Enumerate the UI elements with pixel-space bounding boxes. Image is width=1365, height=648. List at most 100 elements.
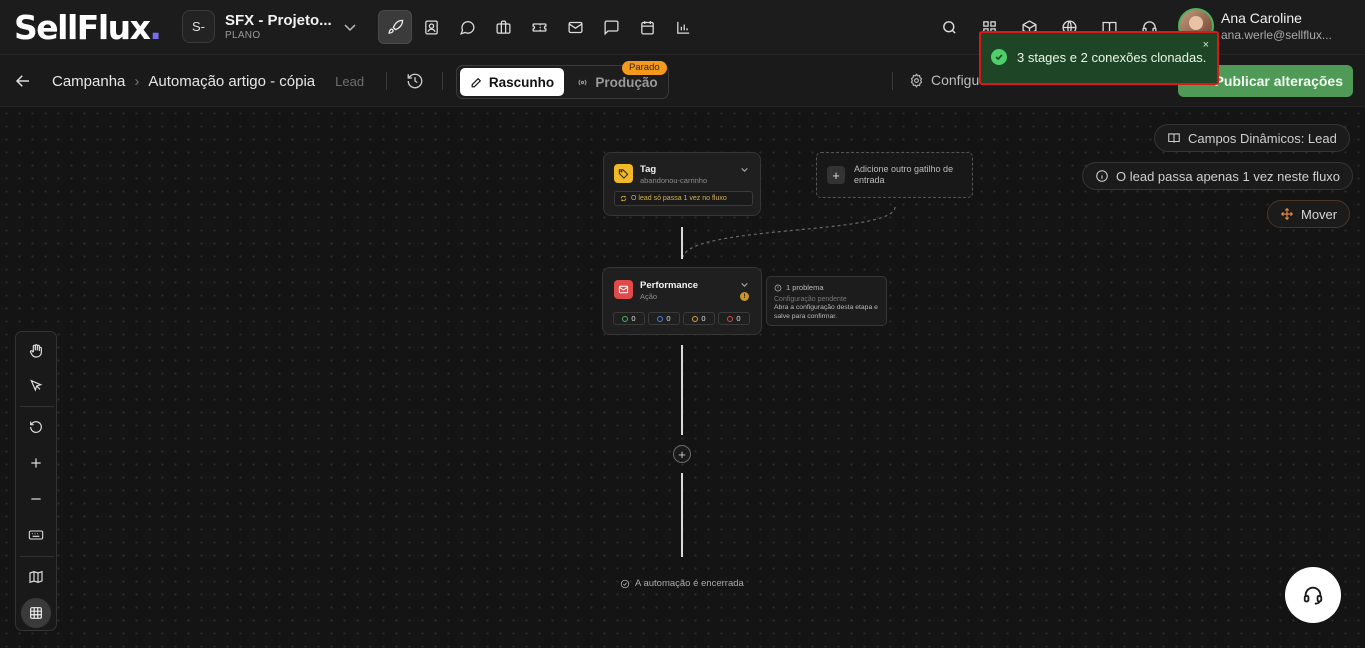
nav-chat[interactable] bbox=[450, 10, 484, 44]
lead-once-note: O lead só passa 1 vez no fluxo bbox=[614, 191, 753, 206]
mail-icon bbox=[614, 280, 633, 299]
undo-icon bbox=[30, 421, 42, 433]
add-trigger-label: Adicione outro gatilho de entrada bbox=[854, 164, 954, 185]
plus-icon: + bbox=[827, 166, 845, 184]
flow-line bbox=[681, 473, 683, 557]
status-badge: Parado bbox=[622, 61, 667, 75]
nav-calendar[interactable] bbox=[630, 10, 664, 44]
close-icon[interactable]: × bbox=[1203, 39, 1209, 51]
hand-icon bbox=[29, 344, 42, 358]
nav-automations[interactable] bbox=[378, 10, 412, 44]
search-button[interactable] bbox=[934, 10, 964, 44]
chevron-down-icon[interactable] bbox=[740, 165, 749, 174]
toast-message: 3 stages e 2 conexões clonadas. bbox=[1017, 49, 1207, 65]
breadcrumb-separator: › bbox=[134, 73, 140, 90]
sellflux-logo[interactable]: SellFlux. bbox=[14, 8, 162, 47]
stat-failed: 0 bbox=[718, 312, 750, 325]
logo-text: SellFlux bbox=[14, 8, 151, 47]
project-plan: PLANO bbox=[225, 30, 261, 41]
ticket-icon bbox=[531, 22, 547, 32]
map-icon bbox=[29, 570, 43, 584]
production-label: Produção bbox=[595, 74, 658, 90]
stat-opened: 0 bbox=[648, 312, 680, 325]
bar-chart-icon bbox=[676, 21, 689, 34]
chevron-down-icon bbox=[344, 23, 356, 31]
flow-canvas[interactable]: Campos Dinâmicos: Lead O lead passa apen… bbox=[0, 107, 1365, 648]
nav-contacts[interactable] bbox=[414, 10, 448, 44]
logo-dot: . bbox=[149, 8, 162, 47]
add-trigger-button[interactable]: + Adicione outro gatilho de entrada bbox=[816, 152, 973, 198]
minimap-tool[interactable] bbox=[21, 562, 51, 592]
performance-stage-card[interactable]: Performance Ação ! 0 0 0 0 bbox=[602, 267, 762, 335]
lead-once-note-text: O lead só passa 1 vez no fluxo bbox=[631, 195, 727, 202]
arrow-left-icon[interactable] bbox=[14, 72, 32, 90]
hand-tool[interactable] bbox=[21, 336, 51, 366]
chevron-down-icon[interactable] bbox=[740, 280, 749, 289]
publish-label: Publicar alterações bbox=[1214, 73, 1343, 89]
tag-icon bbox=[614, 164, 633, 183]
project-avatar: S- bbox=[182, 10, 215, 43]
project-selector[interactable]: S- SFX - Projeto... PLANO bbox=[182, 10, 358, 43]
draft-tab[interactable]: Rascunho bbox=[460, 68, 564, 96]
briefcase-icon bbox=[495, 19, 511, 34]
success-toast: 3 stages e 2 conexões clonadas. × bbox=[979, 31, 1219, 85]
select-tool[interactable] bbox=[21, 371, 51, 401]
draft-label: Rascunho bbox=[488, 74, 555, 90]
problem-panel: 1 problema Configuração pendente Abra a … bbox=[766, 276, 887, 326]
zoom-in-icon bbox=[31, 458, 41, 468]
nav-messages[interactable] bbox=[594, 10, 628, 44]
user-name: Ana Caroline bbox=[1221, 10, 1302, 26]
stage-stats: 0 0 0 0 bbox=[613, 312, 753, 325]
grid-icon bbox=[30, 607, 42, 619]
broadcast-icon bbox=[578, 79, 587, 85]
nav-business[interactable] bbox=[486, 10, 520, 44]
divider bbox=[20, 406, 54, 407]
mail-icon bbox=[567, 21, 583, 33]
flow-end-label: A automação é encerrada bbox=[620, 578, 744, 589]
history-icon[interactable] bbox=[406, 72, 424, 90]
info-icon bbox=[774, 284, 782, 291]
problem-description: Abra a configuração desta etapa e salve … bbox=[774, 304, 878, 320]
tag-stage-card[interactable]: Tag abandonou-carrinho O lead só passa 1… bbox=[603, 152, 761, 216]
zoom-in-tool[interactable] bbox=[21, 448, 51, 478]
breadcrumb-automation[interactable]: Automação artigo - cópia bbox=[148, 73, 315, 90]
stat-pending: 0 bbox=[683, 312, 715, 325]
flow-end-text: A automação é encerrada bbox=[635, 578, 744, 589]
stat-dot bbox=[622, 315, 629, 322]
nav-email[interactable] bbox=[558, 10, 592, 44]
performance-stage-title: Performance bbox=[640, 280, 699, 291]
breadcrumb-campaign[interactable]: Campanha bbox=[52, 73, 125, 90]
undo-tool[interactable] bbox=[21, 412, 51, 442]
warning-icon: ! bbox=[740, 292, 749, 301]
chat-bubble-icon bbox=[459, 20, 475, 35]
pencil-icon bbox=[471, 77, 481, 87]
support-chat-button[interactable] bbox=[1285, 567, 1341, 623]
user-email: ana.werle@sellflux... bbox=[1221, 28, 1332, 42]
grid-tool[interactable] bbox=[21, 598, 51, 628]
nav-reports[interactable] bbox=[666, 10, 700, 44]
config-button[interactable]: Configu bbox=[909, 72, 979, 88]
tag-stage-subtitle: abandonou-carrinho bbox=[640, 176, 708, 185]
nav-tickets[interactable] bbox=[522, 10, 556, 44]
main-nav bbox=[378, 10, 702, 44]
stat-value: 0 bbox=[666, 314, 671, 323]
stat-value: 0 bbox=[736, 314, 741, 323]
problem-subtitle: Configuração pendente bbox=[774, 296, 847, 303]
refresh-icon bbox=[620, 195, 627, 202]
config-label: Configu bbox=[931, 72, 980, 88]
shortcuts-tool[interactable] bbox=[21, 520, 51, 550]
calendar-icon bbox=[640, 20, 654, 35]
check-circle-icon bbox=[991, 49, 1007, 65]
stat-dot bbox=[657, 315, 664, 322]
gear-icon bbox=[910, 72, 923, 88]
breadcrumb-context: Lead bbox=[335, 74, 365, 89]
project-name: SFX - Projeto... bbox=[225, 12, 332, 29]
breadcrumb: Campanha › Automação artigo - cópia Lead bbox=[52, 73, 364, 90]
problem-title: 1 problema bbox=[774, 283, 879, 292]
pointer-icon bbox=[30, 379, 43, 392]
tag-stage-title: Tag bbox=[640, 164, 657, 175]
zoom-out-tool[interactable] bbox=[21, 484, 51, 514]
canvas-toolbar bbox=[15, 331, 57, 631]
keyboard-icon bbox=[28, 530, 44, 540]
add-stage-button[interactable]: + bbox=[673, 445, 691, 463]
